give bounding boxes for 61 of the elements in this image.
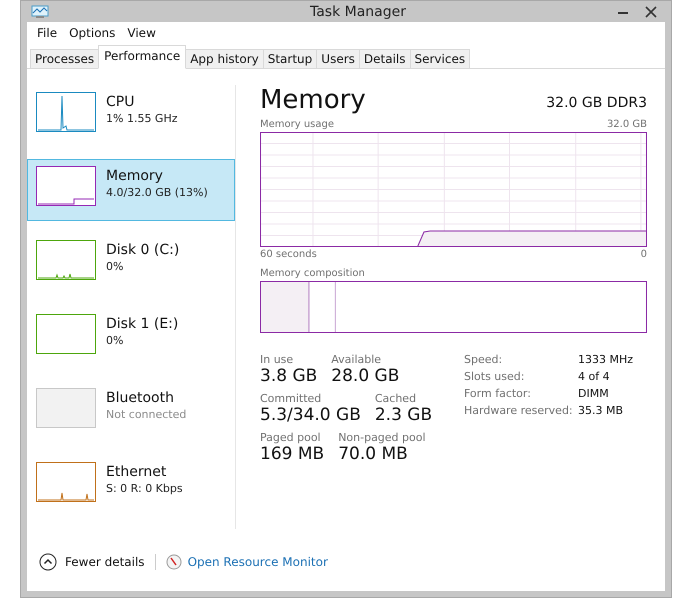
window-title: Task Manager [308, 4, 408, 20]
property-label: Slots used: [464, 370, 526, 383]
stat-value: 169 MB [260, 444, 324, 464]
tab[interactable]: Services [410, 49, 470, 69]
sidebar-item[interactable]: CPU 1% 1.55 GHz [27, 85, 235, 147]
sidebar-item-name: Memory [106, 168, 164, 184]
sidebar-item[interactable]: Ethernet S: 0 R: 0 Kbps [27, 455, 235, 517]
property-label: Form factor: [464, 387, 532, 400]
sidebar-item-detail: 0% [106, 260, 124, 273]
sidebar-item-detail: 0% [106, 334, 124, 347]
sidebar-item-name: Ethernet [106, 464, 168, 480]
sidebar-item-detail: 4.0/32.0 GB (13%) [106, 186, 208, 199]
tab[interactable]: Startup [262, 49, 318, 69]
sidebar-item[interactable]: Disk 1 (E:) 0% [27, 307, 235, 369]
tab[interactable]: Processes [30, 49, 100, 69]
close-icon[interactable] [645, 6, 657, 18]
chevron-up-icon [39, 553, 57, 571]
sidebar-item-name: CPU [106, 94, 136, 110]
sidebar-item-detail: Not connected [106, 408, 186, 421]
sidebar-item-name: Disk 1 (E:) [106, 316, 178, 332]
sidebar-item[interactable]: Disk 0 (C:) 0% [27, 233, 235, 295]
chart-label: Memory composition [260, 268, 365, 279]
menu-item[interactable]: File [33, 25, 62, 41]
gauge-icon [166, 554, 182, 570]
axis-max-label: 32.0 GB [606, 119, 647, 130]
sidebar-item-detail: S: 0 R: 0 Kbps [106, 482, 183, 495]
tab[interactable]: Details [358, 49, 410, 69]
tab[interactable]: App history [185, 49, 264, 69]
tab[interactable]: Performance [98, 45, 186, 69]
memory-spec: 32.0 GB DDR3 [546, 95, 647, 113]
axis-start-label: 60 seconds [260, 249, 317, 260]
axis-end-label: 0 [640, 249, 647, 260]
panel-title: Memory [260, 85, 366, 115]
chart-label: Memory usage [260, 119, 334, 130]
stat-label: Available [331, 353, 382, 366]
stat-label: Non-paged pool [338, 431, 426, 444]
stat-value: 5.3/34.0 GB [260, 405, 361, 425]
stat-label: In use [260, 353, 294, 366]
stat-value: 3.8 GB [260, 366, 318, 386]
sidebar-item-detail: 1% 1.55 GHz [106, 112, 178, 125]
menu-item[interactable]: Options [65, 25, 120, 41]
property-value: 4 of 4 [578, 370, 611, 383]
stat-label: Committed [260, 392, 322, 405]
property-label: Hardware reserved: [464, 404, 574, 417]
stat-label: Cached [374, 392, 418, 405]
app-icon [31, 4, 49, 18]
property-value: 35.3 MB [578, 404, 624, 417]
fewer-details-button[interactable]: Fewer details [39, 553, 145, 571]
menu-item[interactable]: View [123, 25, 160, 41]
stat-value: 2.3 GB [374, 405, 432, 425]
resource-monitor-link[interactable]: Open Resource Monitor [166, 554, 328, 570]
property-value: DIMM [578, 387, 610, 400]
sidebar-item[interactable]: Memory 4.0/32.0 GB (13%) [27, 159, 235, 221]
stat-label: Paged pool [260, 431, 322, 444]
property-value: 1333 MHz [578, 353, 634, 366]
stat-value: 70.0 MB [338, 444, 409, 464]
tab[interactable]: Users [316, 49, 360, 69]
sidebar-item-name: Bluetooth [106, 390, 175, 406]
sidebar-item-name: Disk 0 (C:) [106, 242, 180, 258]
property-label: Speed: [464, 353, 504, 366]
stat-value: 28.0 GB [331, 366, 400, 386]
